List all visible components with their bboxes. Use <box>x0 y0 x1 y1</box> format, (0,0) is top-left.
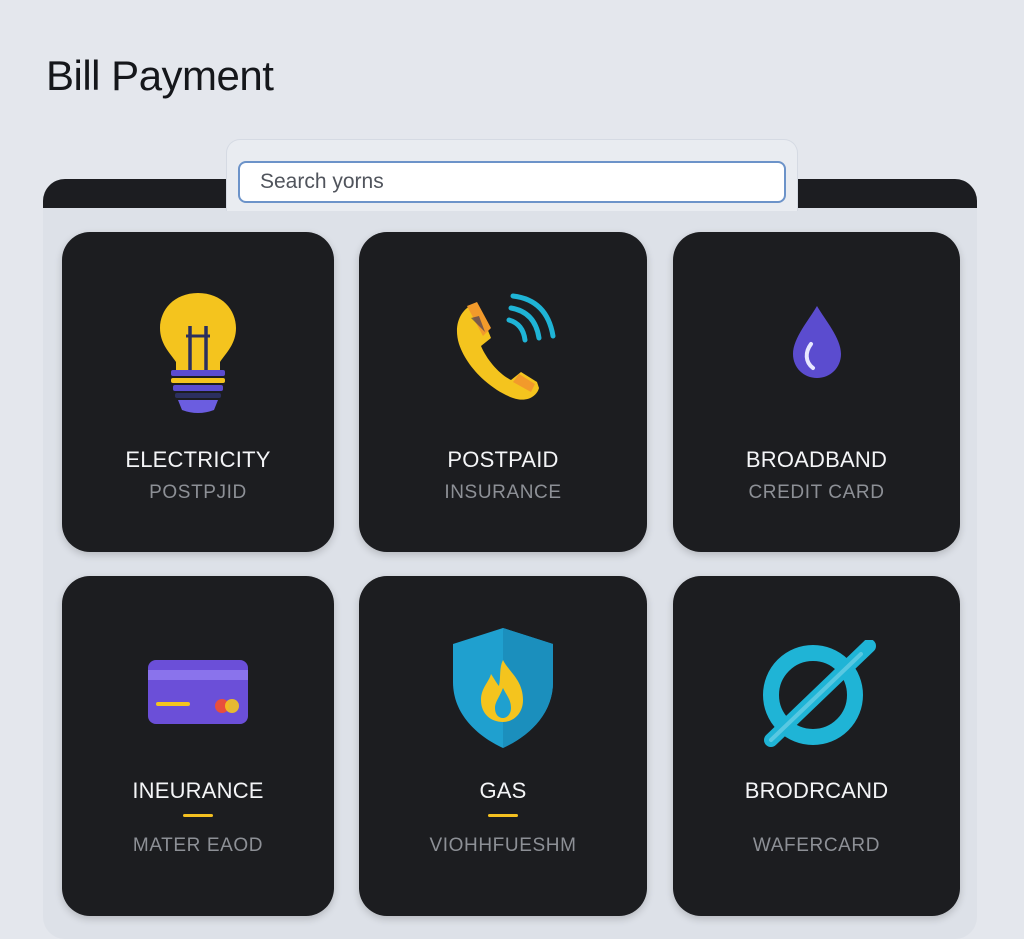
accent-underline <box>488 814 518 817</box>
card-subtitle: WAFERCARD <box>752 835 881 856</box>
card-subtitle: POSTPJID <box>149 482 247 503</box>
service-card-ineurance[interactable]: INEURANCE MATER EAOD <box>62 576 334 916</box>
card-title: BRODRCAND <box>744 778 889 803</box>
service-card-broadband[interactable]: BROADBAND CREDIT CARD <box>673 232 960 552</box>
water-drop-icon <box>792 306 841 378</box>
card-subtitle: VIOHHFUESHM <box>429 835 577 856</box>
service-card-gas[interactable]: GAS VIOHHFUESHM <box>359 576 647 916</box>
search-input[interactable] <box>238 161 786 203</box>
card-title: POSTPAID <box>447 447 559 472</box>
accent-underline <box>183 814 213 817</box>
no-signal-icon <box>762 640 876 747</box>
page-title: Bill Payment <box>46 52 274 99</box>
service-card-electricity[interactable]: ELECTRICITY POSTPJID <box>62 232 334 552</box>
credit-card-icon <box>148 660 248 724</box>
service-card-brodrcand[interactable]: BRODRCAND WAFERCARD <box>673 576 960 916</box>
card-subtitle: CREDIT CARD <box>748 482 885 503</box>
card-subtitle: INSURANCE <box>444 482 562 503</box>
card-title: ELECTRICITY <box>125 447 271 472</box>
card-title: INEURANCE <box>132 778 264 803</box>
shield-flame-icon <box>453 628 553 748</box>
phone-signal-icon <box>456 293 556 400</box>
service-card-postpaid[interactable]: POSTPAID INSURANCE <box>359 232 647 552</box>
card-title: GAS <box>479 778 527 803</box>
card-title: BROADBAND <box>745 447 888 472</box>
lightbulb-icon <box>160 293 236 413</box>
card-subtitle: MATER EAOD <box>132 835 264 856</box>
